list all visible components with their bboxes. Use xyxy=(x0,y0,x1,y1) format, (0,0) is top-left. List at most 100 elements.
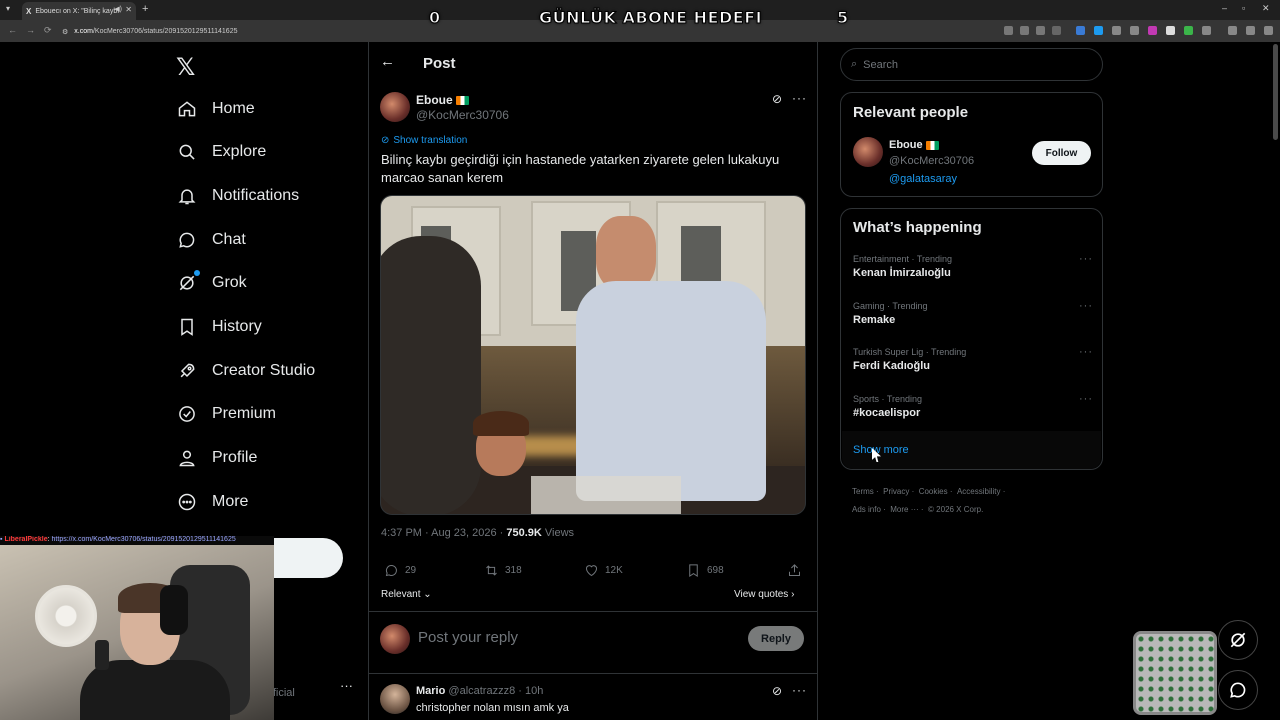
minimize-button[interactable]: – xyxy=(1222,3,1227,13)
comment-author[interactable]: Mario @alcatrazzz8 · 10h xyxy=(416,685,543,697)
back-icon[interactable]: ← xyxy=(8,25,17,35)
follow-button[interactable]: Follow xyxy=(1032,141,1091,165)
divider xyxy=(368,42,369,720)
nav-history[interactable]: History xyxy=(176,313,262,341)
view-count: 750.9K xyxy=(506,527,542,539)
extension-icon[interactable] xyxy=(1094,26,1103,35)
goal-title: GÜNLÜK ABONE HEDEFI xyxy=(538,8,763,28)
footer-link[interactable]: Accessibility xyxy=(957,487,1001,496)
tweet-media-video[interactable] xyxy=(380,195,806,515)
bookmark-button[interactable]: 698 xyxy=(686,563,724,578)
reply-input[interactable]: Post your reply xyxy=(418,629,518,646)
trend-item[interactable]: Turkish Super Lig · Trending Ferdi Kadıo… xyxy=(853,346,1093,372)
card-title: Relevant people xyxy=(853,104,969,121)
extension-icon[interactable] xyxy=(1148,26,1157,35)
reload-icon[interactable]: ⟳ xyxy=(44,25,52,36)
rocket-icon xyxy=(176,360,198,382)
cast-icon[interactable] xyxy=(1036,26,1045,35)
profile-icon[interactable] xyxy=(1228,26,1237,35)
post-button[interactable] xyxy=(270,538,343,578)
zoom-icon[interactable] xyxy=(1020,26,1029,35)
sort-dropdown[interactable]: Relevant ⌄ xyxy=(381,589,432,600)
x-logo-icon[interactable]: 𝕏 xyxy=(176,53,195,82)
avatar[interactable] xyxy=(380,684,410,714)
person-name[interactable]: Eboue xyxy=(889,139,939,151)
nav-explore[interactable]: Explore xyxy=(176,138,266,166)
tab-search-icon[interactable]: ▾ xyxy=(6,4,10,13)
chat-float-button[interactable] xyxy=(1218,670,1258,710)
menu-icon[interactable] xyxy=(1264,26,1273,35)
person-bio-link[interactable]: @galatasaray xyxy=(889,173,957,185)
tab-close-icon[interactable]: ✕ xyxy=(125,5,132,14)
nav-creator-studio[interactable]: Creator Studio xyxy=(176,357,315,385)
nav-more[interactable]: More xyxy=(176,488,248,516)
show-translation-link[interactable]: ⊘ Show translation xyxy=(381,135,467,146)
nav-profile[interactable]: Profile xyxy=(176,444,257,472)
author-name[interactable]: Eboue xyxy=(416,93,469,107)
reply-submit-button[interactable]: Reply xyxy=(748,626,804,651)
account-more-icon[interactable]: ··· xyxy=(340,678,353,693)
trend-item[interactable]: Gaming · Trending Remake ··· xyxy=(853,300,1093,326)
repost-button[interactable]: 318 xyxy=(484,563,522,578)
person-handle[interactable]: @KocMerc30706 xyxy=(889,155,974,167)
nav-notifications[interactable]: Notifications xyxy=(176,182,299,210)
new-tab-button[interactable]: + xyxy=(142,3,148,15)
nav-premium[interactable]: Premium xyxy=(176,400,276,428)
bookmark-count: 698 xyxy=(707,565,724,576)
trend-item[interactable]: Entertainment · Trending Kenan İmirzalıo… xyxy=(853,253,1093,279)
flag-icon xyxy=(455,96,469,106)
reply-button[interactable]: 29 xyxy=(384,563,416,578)
footer-link[interactable]: More ··· xyxy=(890,505,918,514)
nav-chat[interactable]: Chat xyxy=(176,226,246,254)
close-window-button[interactable]: ✕ xyxy=(1262,3,1270,14)
show-more-link[interactable]: Show more xyxy=(853,444,909,456)
extensions-icon[interactable] xyxy=(1202,26,1211,35)
verified-icon xyxy=(176,403,198,425)
avatar[interactable] xyxy=(380,92,410,122)
speaker-icon[interactable]: ◀) xyxy=(114,5,122,13)
bookmark-icon xyxy=(176,316,198,338)
nav-home[interactable]: Home xyxy=(176,95,255,123)
like-button[interactable]: 12K xyxy=(584,563,623,578)
author-handle[interactable]: @KocMerc30706 xyxy=(416,108,509,122)
more-options-icon[interactable]: ··· xyxy=(792,91,807,105)
scrollbar[interactable] xyxy=(1273,44,1278,140)
trend-item[interactable]: Sports · Trending #kocaelispor ··· xyxy=(853,393,1093,419)
star-icon[interactable] xyxy=(1052,26,1061,35)
browser-tab[interactable]: X Ebouecı on X: "Bilinç kaybı ◀) ✕ xyxy=(22,2,136,20)
x-favicon-icon: X xyxy=(26,6,32,16)
view-quotes-link[interactable]: View quotes › xyxy=(734,589,794,600)
grok-float-button[interactable] xyxy=(1218,620,1258,660)
grok-icon[interactable]: ⊘ xyxy=(772,684,782,698)
footer-link[interactable]: Terms xyxy=(852,487,874,496)
extension-icon[interactable] xyxy=(1184,26,1193,35)
back-arrow-icon[interactable]: ← xyxy=(380,53,395,70)
page-title: Post xyxy=(423,55,456,72)
more-options-icon[interactable]: ··· xyxy=(792,683,807,697)
footer-link[interactable]: Cookies xyxy=(919,487,948,496)
extension-icon[interactable] xyxy=(1112,26,1121,35)
avatar[interactable] xyxy=(853,137,883,167)
nav-grok[interactable]: Grok xyxy=(176,269,247,297)
extension-icon[interactable] xyxy=(1166,26,1175,35)
nav-label: History xyxy=(212,318,262,335)
share-button[interactable] xyxy=(787,563,802,578)
download-icon[interactable] xyxy=(1246,26,1255,35)
more-options-icon[interactable]: ··· xyxy=(1079,253,1093,265)
forward-icon[interactable]: → xyxy=(26,25,35,35)
more-options-icon[interactable]: ··· xyxy=(1079,346,1093,358)
reply-count: 29 xyxy=(405,565,417,576)
site-info-icon[interactable]: ⚙ xyxy=(62,28,68,36)
extension-icon[interactable] xyxy=(1130,26,1139,35)
footer-link[interactable]: Ads info xyxy=(852,505,881,514)
translate-icon[interactable] xyxy=(1004,26,1013,35)
search-input[interactable]: ⌕ Search xyxy=(840,48,1103,81)
footer-link[interactable]: Privacy xyxy=(883,487,909,496)
subscriber-goal-overlay: 0 GÜNLÜK ABONE HEDEFI 5 xyxy=(415,6,855,28)
grok-icon[interactable]: ⊘ xyxy=(772,92,782,106)
more-options-icon[interactable]: ··· xyxy=(1079,393,1093,405)
more-options-icon[interactable]: ··· xyxy=(1079,300,1093,312)
copyright: © 2026 X Corp. xyxy=(928,505,984,514)
extension-icon[interactable] xyxy=(1076,26,1085,35)
maximize-button[interactable]: ▫ xyxy=(1242,3,1245,13)
